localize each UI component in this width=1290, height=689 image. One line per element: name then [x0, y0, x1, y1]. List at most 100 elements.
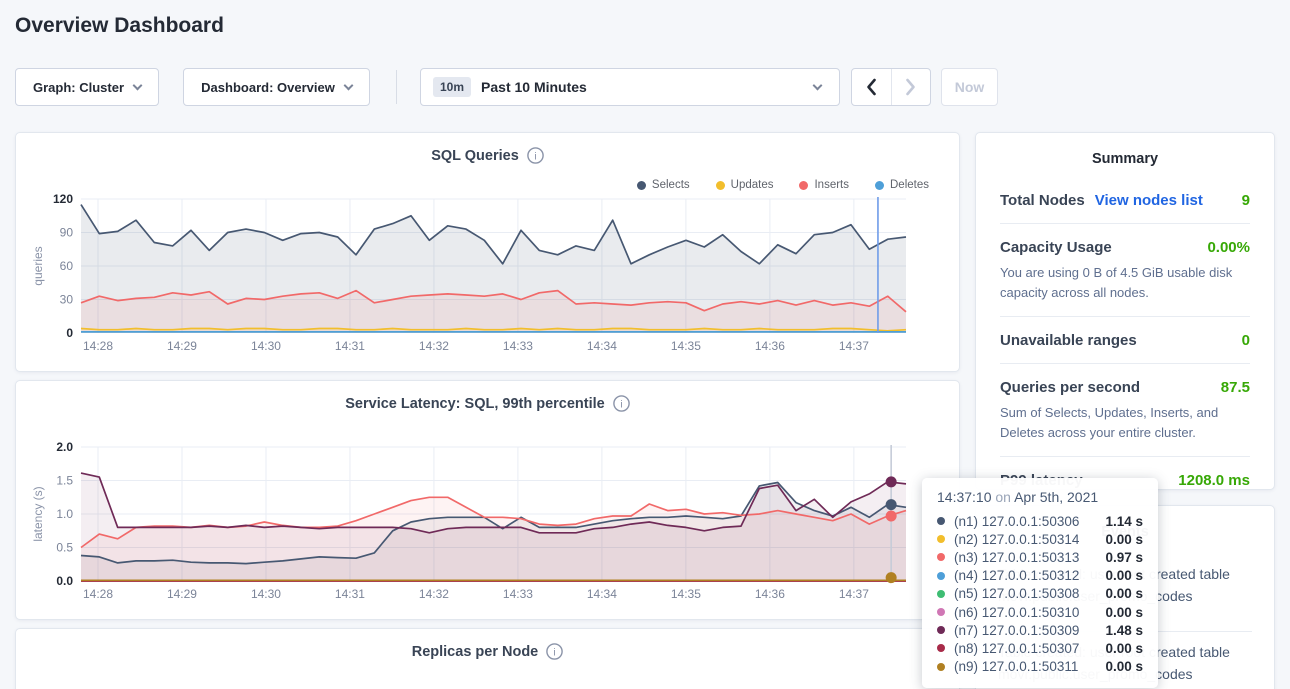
stat-value: 87.5: [1221, 379, 1250, 396]
tooltip-node-value: 1.14 s: [1105, 514, 1143, 529]
tooltip-row: (n2) 127.0.0.1:503140.00 s: [937, 530, 1143, 548]
svg-text:latency (s): latency (s): [31, 486, 45, 541]
time-nav-group: [851, 68, 931, 106]
tooltip-node-value: 0.00 s: [1105, 568, 1143, 583]
tooltip-node-value: 0.00 s: [1105, 641, 1143, 656]
svg-text:14:28: 14:28: [83, 339, 113, 353]
svg-text:14:33: 14:33: [503, 587, 533, 601]
svg-text:14:32: 14:32: [419, 339, 449, 353]
svg-text:14:31: 14:31: [335, 587, 365, 601]
tooltip-row: (n3) 127.0.0.1:50313 0.97 s: [937, 548, 1143, 566]
summary-title: Summary: [1000, 151, 1250, 167]
tooltip-row: (n4) 127.0.0.1:50312 0.00 s: [937, 567, 1143, 585]
stat-label: Total Nodes: [1000, 192, 1085, 209]
tooltip-row: (n9) 127.0.0.1:50311 0.00 s: [937, 658, 1143, 676]
svg-text:120: 120: [53, 192, 73, 206]
svg-text:14:33: 14:33: [503, 339, 533, 353]
svg-text:14:29: 14:29: [167, 587, 197, 601]
svg-text:1.0: 1.0: [56, 507, 73, 521]
tooltip-node-value: 1.48 s: [1105, 623, 1143, 638]
time-forward-button[interactable]: [891, 69, 931, 105]
stat-description: Sum of Selects, Updates, Inserts, and De…: [1000, 403, 1250, 442]
info-icon[interactable]: i: [546, 643, 563, 660]
tooltip-node-name: (n8) 127.0.0.1:50307: [954, 641, 1079, 656]
chart-title: Replicas per Node: [412, 644, 539, 660]
svg-text:14:37: 14:37: [839, 587, 869, 601]
node-color-dot-icon: [937, 626, 945, 634]
svg-text:14:36: 14:36: [755, 587, 785, 601]
chevron-right-icon: [905, 78, 916, 96]
overview-dashboard-page: Overview Dashboard Graph: Cluster Dashbo…: [0, 0, 1290, 689]
toolbar-divider: [396, 70, 397, 104]
svg-text:14:32: 14:32: [419, 587, 449, 601]
chevron-down-icon: [133, 80, 143, 90]
tooltip-node-name: (n6) 127.0.0.1:50310: [954, 605, 1079, 620]
svg-text:2.0: 2.0: [56, 440, 73, 454]
graph-dropdown[interactable]: Graph: Cluster: [15, 68, 159, 106]
summary-panel: Summary Total Nodes View nodes list 9 Ca…: [975, 132, 1275, 490]
svg-text:0: 0: [66, 326, 73, 340]
tooltip-node-name: (n9) 127.0.0.1:50311: [954, 659, 1078, 674]
time-range-selector[interactable]: 10m Past 10 Minutes: [420, 68, 840, 106]
stat-label: Queries per second: [1000, 379, 1140, 396]
tooltip-row: (n7) 127.0.0.1:50309 1.48 s: [937, 621, 1143, 639]
svg-text:14:36: 14:36: [755, 339, 785, 353]
node-color-dot-icon: [937, 517, 945, 525]
tooltip-row: (n1) 127.0.0.1:50306 1.14 s: [937, 512, 1143, 530]
stat-value: 0: [1242, 332, 1250, 349]
tooltip-node-name: (n4) 127.0.0.1:50312: [954, 568, 1079, 583]
tooltip-node-name: (n3) 127.0.0.1:50313: [954, 550, 1079, 565]
svg-text:14:28: 14:28: [83, 587, 113, 601]
tooltip-node-name: (n5) 127.0.0.1:50308: [954, 586, 1079, 601]
now-button-label: Now: [955, 79, 985, 95]
stat-queries-per-second: Queries per second 87.5 Sum of Selects, …: [1000, 364, 1250, 457]
svg-text:14:29: 14:29: [167, 339, 197, 353]
svg-text:14:30: 14:30: [251, 339, 281, 353]
tooltip-node-value: 0.97 s: [1105, 550, 1143, 565]
dashboard-dropdown[interactable]: Dashboard: Overview: [183, 68, 370, 106]
svg-text:14:35: 14:35: [671, 339, 701, 353]
tooltip-node-value: 0.00 s: [1105, 659, 1143, 674]
node-color-dot-icon: [937, 535, 945, 543]
stat-label: Unavailable ranges: [1000, 332, 1137, 349]
svg-text:14:34: 14:34: [587, 339, 617, 353]
time-back-button[interactable]: [852, 69, 891, 105]
tooltip-node-name: (n1) 127.0.0.1:50306: [954, 514, 1079, 529]
svg-text:30: 30: [60, 293, 74, 307]
page-title: Overview Dashboard: [15, 14, 224, 38]
sql-queries-chart[interactable]: 14:2814:2914:3014:3114:3214:3314:3414:35…: [16, 133, 960, 372]
node-color-dot-icon: [937, 644, 945, 652]
node-color-dot-icon: [937, 608, 945, 616]
svg-text:i: i: [554, 646, 556, 658]
svg-text:14:34: 14:34: [587, 587, 617, 601]
tooltip-row: (n5) 127.0.0.1:50308 0.00 s: [937, 585, 1143, 603]
now-button[interactable]: Now: [941, 68, 998, 106]
chevron-down-icon: [343, 80, 353, 90]
tooltip-row: (n6) 127.0.0.1:503100.00 s: [937, 603, 1143, 621]
chevron-down-icon: [813, 80, 823, 90]
node-color-dot-icon: [937, 590, 945, 598]
chart-panel-service-latency: Service Latency: SQL, 99th percentile i …: [15, 380, 960, 620]
stat-label: Capacity Usage: [1000, 239, 1112, 256]
tooltip-node-name: (n7) 127.0.0.1:50309: [954, 623, 1079, 638]
stat-total-nodes: Total Nodes View nodes list 9: [1000, 177, 1250, 224]
chevron-left-icon: [866, 78, 877, 96]
stat-value: 9: [1242, 192, 1250, 209]
tooltip-node-value: 0.00 s: [1105, 586, 1143, 601]
view-nodes-link[interactable]: View nodes list: [1095, 192, 1203, 209]
stat-value: 0.00%: [1207, 239, 1250, 256]
dashboard-dropdown-label: Dashboard: Overview: [201, 80, 335, 95]
stat-description: You are using 0 B of 4.5 GiB usable disk…: [1000, 263, 1250, 302]
chart-panel-replicas-per-node: Replicas per Node i: [15, 628, 960, 689]
stat-unavailable-ranges: Unavailable ranges 0: [1000, 317, 1250, 364]
tooltip-timestamp: 14:37:10 on Apr 5th, 2021: [937, 489, 1143, 505]
svg-text:0.5: 0.5: [56, 541, 73, 555]
stat-value: 1208.0 ms: [1178, 472, 1250, 489]
svg-text:queries: queries: [31, 246, 45, 285]
service-latency-chart[interactable]: 14:2814:2914:3014:3114:3214:3314:3414:35…: [16, 381, 960, 620]
tooltip-node-name: (n2) 127.0.0.1:50314: [954, 532, 1079, 547]
node-color-dot-icon: [937, 663, 945, 671]
chart-tooltip: 14:37:10 on Apr 5th, 2021 (n1) 127.0.0.1…: [922, 478, 1158, 688]
svg-text:90: 90: [60, 226, 74, 240]
svg-text:14:35: 14:35: [671, 587, 701, 601]
